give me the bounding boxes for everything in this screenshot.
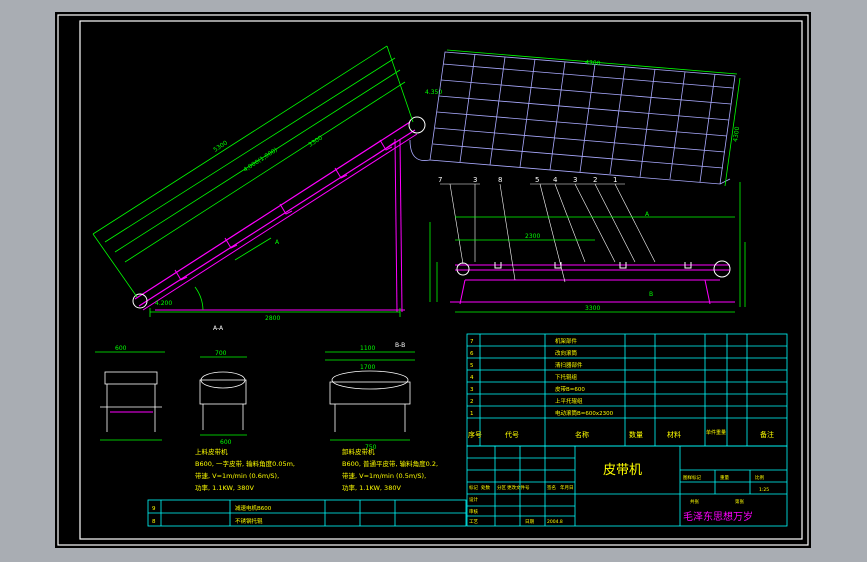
tb-label-change: 更改文件号: [507, 484, 530, 491]
bom-name: 皮带B=600: [555, 385, 585, 393]
dim-1100: 1100: [360, 345, 375, 352]
dim-1700: 1700: [360, 364, 375, 371]
label-a: A: [275, 239, 280, 246]
tb-label-design: 设计: [469, 496, 478, 503]
callout-7: 7: [438, 176, 442, 184]
tb-right-total: 共张: [690, 498, 699, 505]
dim-3300: 3300: [307, 134, 324, 148]
callout-3b: 3: [573, 176, 577, 184]
section-a-label: A-A: [213, 325, 224, 332]
callout-1: 1: [613, 176, 617, 184]
note-right-0: 卸料皮带机: [342, 447, 375, 456]
callout-8: 8: [498, 176, 502, 184]
bom-rows: 7 机架部件 6 改向滚筒 5 清扫器部件 4 下托辊组 3 皮带B=600 2…: [470, 337, 614, 417]
bom-header-remark: 备注: [760, 430, 774, 439]
lower-bom-name-8: 不锈钢托辊: [235, 517, 263, 525]
bom-no: 1: [470, 411, 474, 417]
note-right-1: B600, 普通平皮带, 输料角度0.2,: [342, 459, 438, 468]
bom-header: 序号 代号 名称 数量 材料 单件重量 备注: [468, 429, 774, 439]
tb-label-mark: 标记: [469, 484, 478, 491]
bom-name: 机架部件: [555, 337, 578, 345]
bom-no: 7: [470, 339, 474, 345]
dim-2300: 2300: [525, 233, 540, 240]
dim-2800: 2800: [265, 315, 280, 322]
bom-no: 6: [470, 351, 474, 357]
section-b-label: B-B: [395, 342, 405, 349]
tb-label-count: 处数: [481, 484, 490, 491]
dim-600-b: 600: [220, 439, 232, 446]
lower-bom-name-9: 减速电机B600: [235, 504, 272, 512]
dim-600-a: 600: [115, 345, 127, 352]
bom-header-qty: 数量: [629, 430, 643, 439]
tb-label-date: 日期: [525, 519, 534, 525]
upper-conveyor-view: [409, 49, 741, 187]
note-left-2: 带速, V=1m/min (0.6m/S),: [195, 472, 279, 480]
tb-label-date-col: 年月日: [560, 484, 574, 491]
side-elevation: 7 3 8 5 4 3 2 1 2300 3300 A B: [429, 176, 746, 313]
tb-label-process: 工艺: [469, 519, 478, 525]
designer-name: 毛泽东思想万岁: [683, 510, 753, 523]
bom-no: 4: [470, 375, 474, 381]
callout-2: 2: [593, 176, 597, 184]
note-right-2: 带速, V=1m/min (0.5m/S),: [342, 472, 426, 480]
bom-header-code: 代号: [505, 430, 519, 439]
note-left-0: 上料皮带机: [195, 447, 228, 456]
bom-header-material: 材料: [667, 430, 681, 439]
bom-header-weight: 单件重量: [706, 429, 726, 436]
callout-3a: 3: [473, 176, 477, 184]
bom-table: 7 机架部件 6 改向滚筒 5 清扫器部件 4 下托辊组 3 皮带B=600 2…: [466, 333, 788, 447]
tb-right-sheet: 第张: [735, 498, 744, 505]
bom-name: 改向滚筒: [555, 349, 578, 357]
note-left-1: B600, 一字皮带, 输料角度0.05m,: [195, 459, 295, 468]
title-block: 标记 处数 分区 更改文件号 签名 年月日 设计 审核 工艺 日期 2004.8…: [466, 445, 788, 527]
tb-right-weight: 重量: [720, 474, 729, 481]
tb-right-scale: 比例: [755, 474, 764, 481]
callout-4: 4: [553, 176, 558, 184]
tb-date-value: 2004.8: [547, 519, 563, 525]
note-left-3: 功率, 1.1KW, 380V: [195, 483, 254, 492]
tb-label-sign: 签名: [547, 484, 556, 491]
bom-name: 下托辊组: [555, 373, 578, 381]
dim-4200: 4.200: [155, 300, 172, 307]
inclined-conveyor: 5300 4,000(1,000) 3300 2800 4.350 4.200 …: [92, 45, 442, 322]
tb-label-review: 审核: [469, 508, 478, 515]
dim-4300-side: 4300: [732, 126, 741, 142]
bom-header-name: 名称: [575, 430, 589, 439]
drawing-title: 皮带机: [603, 463, 642, 478]
bom-name: 清扫器部件: [555, 361, 583, 369]
bom-no: 2: [470, 399, 474, 405]
bom-header-no: 序号: [468, 430, 482, 439]
dim-700: 700: [215, 350, 227, 357]
cad-drawing: 5300 4,000(1,000) 3300 2800 4.350 4.200 …: [57, 14, 809, 546]
dim-3300-side: 3300: [585, 305, 600, 312]
callout-5: 5: [535, 176, 539, 184]
dim-4300-top: 4300: [585, 59, 601, 67]
lower-bom: 9 减速电机B600 8 不锈钢托辊: [147, 499, 467, 527]
technical-notes: 上料皮带机 B600, 一字皮带, 输料角度0.05m, 带速, V=1m/mi…: [195, 447, 438, 492]
label-b-side: B: [649, 291, 653, 298]
bom-name: 电动滚筒B=600x2300: [555, 409, 614, 417]
note-right-3: 功率, 1.1KW, 380V: [342, 483, 401, 492]
dim-5300: 5300: [212, 139, 229, 153]
dim-4000: 4,000(1,000): [242, 147, 279, 174]
lower-bom-no-8: 8: [152, 519, 156, 525]
lower-bom-no-9: 9: [152, 506, 156, 512]
section-views: A-A B-B 600 700 1100 1700 600 750: [95, 325, 415, 451]
tb-scale-value: 1:25: [759, 487, 769, 493]
drawing-sheet: 5300 4,000(1,000) 3300 2800 4.350 4.200 …: [55, 12, 811, 548]
bom-no: 5: [470, 363, 474, 369]
tb-label-zone: 分区: [497, 484, 506, 491]
bom-no: 3: [470, 387, 474, 393]
bom-name: 上平托辊组: [555, 397, 583, 405]
tb-right-sample: 图样标记: [683, 474, 701, 481]
